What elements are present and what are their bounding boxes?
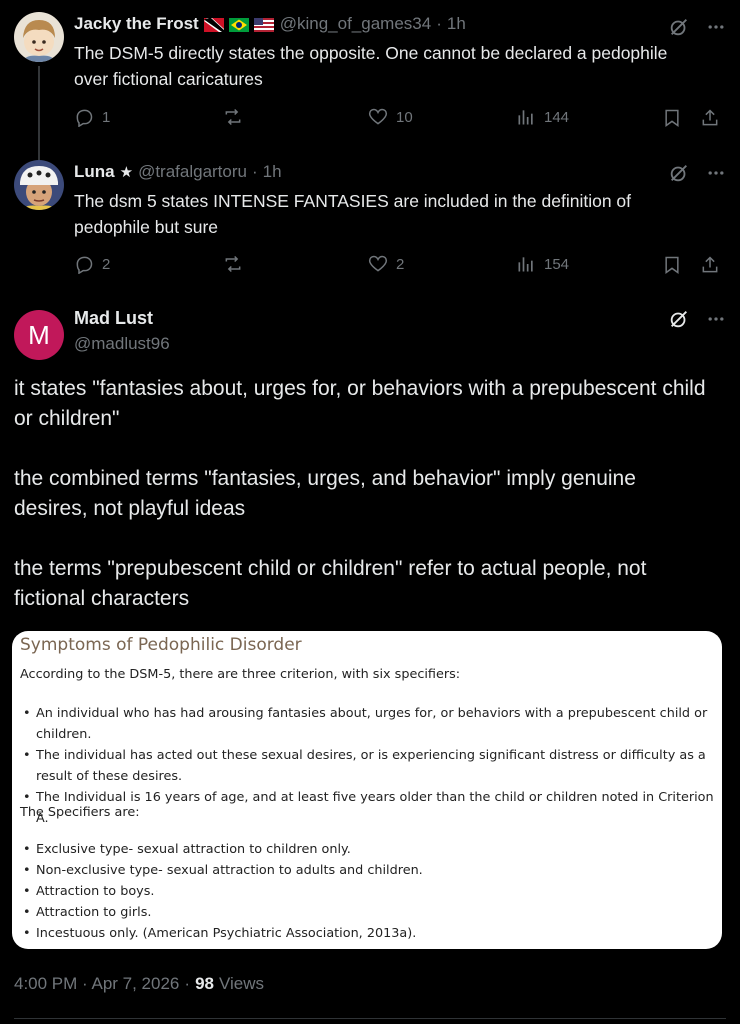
avatar[interactable] <box>14 160 64 210</box>
like-button[interactable]: 10 <box>368 107 413 127</box>
star-icon: ★ <box>119 164 134 181</box>
image-title: Symptoms of Pedophilic Disorder <box>20 635 302 655</box>
main-post-header: M Mad Lust @madlust96 <box>14 306 726 362</box>
avatar[interactable]: M <box>14 310 64 360</box>
timestamp[interactable]: 1h <box>447 14 466 34</box>
like-count: 10 <box>396 108 413 126</box>
separator: · <box>251 162 258 181</box>
views-button[interactable]: 154 <box>516 254 569 274</box>
display-name[interactable]: Mad Lust <box>74 308 153 329</box>
display-name[interactable]: Jacky the Frost <box>74 14 199 34</box>
reply-button[interactable]: 1 <box>74 107 110 127</box>
reply-count: 1 <box>102 108 111 126</box>
list-item: Attraction to boys. <box>20 881 718 902</box>
reply-tweet[interactable]: Jacky the Frost @king_of_games34 · 1h Th… <box>0 0 740 160</box>
list-item: An individual who has had arousing fanta… <box>20 703 718 745</box>
usa-flag-icon <box>253 17 274 32</box>
like-count: 2 <box>396 255 405 273</box>
avatar[interactable] <box>14 12 64 62</box>
like-button[interactable]: 2 <box>368 254 404 274</box>
post-paragraph: the combined terms "fantasies, urges, an… <box>14 467 636 520</box>
more-options-icon[interactable] <box>706 163 726 183</box>
views-button[interactable]: 144 <box>516 107 569 127</box>
timestamp[interactable]: 1h <box>263 162 282 182</box>
action-bar: 2 2 154 <box>74 254 726 278</box>
list-item: Incestuous only. (American Psychiatric A… <box>20 923 718 944</box>
image-intro: According to the DSM-5, there are three … <box>20 667 461 682</box>
reply-header: Luna ★ @trafalgartoru · 1h <box>74 162 282 182</box>
list-item: Attraction to girls. <box>20 902 718 923</box>
post-timestamp[interactable]: 4:00 PM · Apr 7, 2026 <box>14 974 179 994</box>
grok-icon[interactable] <box>668 162 690 184</box>
display-name[interactable]: Luna <box>74 162 115 182</box>
main-post-text: it states "fantasies about, urges for, o… <box>14 374 714 644</box>
attached-image[interactable]: Symptoms of Pedophilic Disorder Accordin… <box>12 631 722 949</box>
tweet-top-actions <box>668 162 726 184</box>
tweet-top-actions <box>668 308 726 330</box>
list-item: Exclusive type- sexual attraction to chi… <box>20 839 718 860</box>
action-bar: 1 10 144 <box>74 107 726 131</box>
more-options-icon[interactable] <box>706 309 726 329</box>
bookmark-button[interactable] <box>662 107 682 129</box>
trinidad-and-tobago-flag-icon <box>203 17 224 32</box>
handle[interactable]: @madlust96 <box>74 334 170 354</box>
share-button[interactable] <box>700 254 720 276</box>
more-options-icon[interactable] <box>706 17 726 37</box>
specifiers-heading: The Specifiers are: <box>20 805 140 820</box>
divider <box>14 1018 726 1019</box>
share-button[interactable] <box>700 107 720 129</box>
view-count: 154 <box>544 255 570 273</box>
views-label: Views <box>218 974 265 993</box>
thread-line <box>38 66 40 160</box>
grok-icon[interactable] <box>668 16 690 38</box>
tweet-text: The DSM-5 directly states the opposite. … <box>74 43 668 89</box>
post-paragraph: the terms "prepubescent child or childre… <box>14 557 647 610</box>
separator: · <box>436 14 442 33</box>
reply-tweet[interactable]: Luna ★ @trafalgartoru · 1h The dsm 5 sta… <box>0 150 740 290</box>
post-meta: 4:00 PM · Apr 7, 2026 · 98 Views <box>14 974 264 994</box>
separator: · <box>184 974 191 993</box>
tweet-top-actions <box>668 16 726 38</box>
reply-header: Jacky the Frost @king_of_games34 · 1h <box>74 14 466 34</box>
list-item: The individual has acted out these sexua… <box>20 745 718 787</box>
reply-count: 2 <box>102 255 111 273</box>
tweet-text: The dsm 5 states INTENSE FANTASIES are i… <box>74 191 632 237</box>
bookmark-button[interactable] <box>662 254 682 276</box>
views-count: 98 <box>195 974 214 993</box>
reply-button[interactable]: 2 <box>74 254 110 274</box>
handle[interactable]: @trafalgartoru <box>138 162 247 182</box>
repost-button[interactable] <box>222 254 244 274</box>
repost-button[interactable] <box>222 107 244 127</box>
post-paragraph: it states "fantasies about, urges for, o… <box>14 377 706 430</box>
grok-icon[interactable] <box>668 308 690 330</box>
list-item: Non-exclusive type- sexual attraction to… <box>20 860 718 881</box>
specifiers-list: Exclusive type- sexual attraction to chi… <box>20 839 718 944</box>
brazil-flag-icon <box>228 17 249 32</box>
view-count: 144 <box>544 108 570 126</box>
handle[interactable]: @king_of_games34 <box>280 14 431 34</box>
